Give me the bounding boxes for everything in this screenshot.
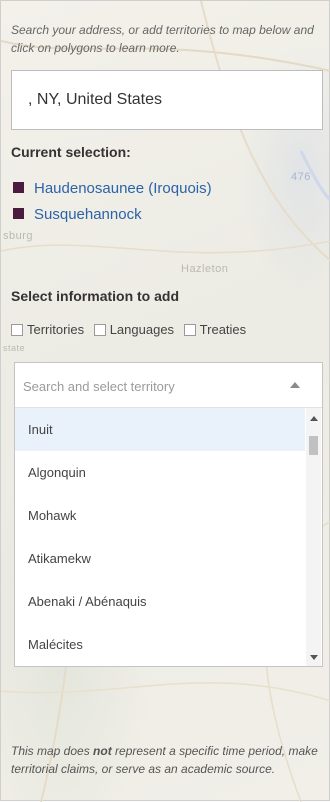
disclaimer-text: This map does not represent a specific t… xyxy=(11,742,325,778)
territory-option-algonquin[interactable]: Algonquin xyxy=(15,451,305,494)
map-label-sburg: sburg xyxy=(3,230,34,242)
checkbox-box[interactable] xyxy=(93,323,106,336)
map-label-state: state xyxy=(3,343,26,353)
checkbox-territories[interactable]: Territories xyxy=(11,322,84,337)
selection-item-susquehannock[interactable]: Susquehannock xyxy=(13,206,142,223)
caret-up-icon[interactable] xyxy=(290,382,300,388)
territory-search-row xyxy=(15,363,322,408)
selection-item-label[interactable]: Susquehannock xyxy=(34,206,142,223)
scroll-down-arrow-icon[interactable] xyxy=(310,655,318,660)
intro-text: Search your address, or add territories … xyxy=(11,23,314,55)
selection-item-haudenosaunee[interactable]: Haudenosaunee (Iroquois) xyxy=(13,180,212,197)
territory-options-list: Inuit Algonquin Mohawk Atikamekw Abenaki… xyxy=(15,408,305,666)
checkbox-box[interactable] xyxy=(11,323,23,336)
checkbox-label[interactable]: Languages xyxy=(110,322,174,337)
checkbox-box[interactable] xyxy=(183,323,196,336)
map-label-476: 476 xyxy=(291,171,311,183)
checkbox-treaties[interactable]: Treaties xyxy=(183,322,246,337)
map-label-hazleton: Hazleton xyxy=(181,263,229,275)
territory-option-atikamekw[interactable]: Atikamekw xyxy=(15,537,305,580)
address-search-input[interactable]: , NY, United States xyxy=(11,70,323,130)
info-checkboxes: Territories Languages Treaties xyxy=(11,322,252,339)
selection-color-swatch xyxy=(13,182,24,193)
territory-search-input[interactable] xyxy=(21,371,275,401)
territory-option-abenaki[interactable]: Abenaki / Abénaquis xyxy=(15,580,305,623)
add-info-title: Select information to add xyxy=(11,288,180,304)
scrollbar-thumb[interactable] xyxy=(309,436,318,455)
scroll-up-arrow-icon[interactable] xyxy=(310,416,318,421)
current-selection-title: Current selection: xyxy=(11,144,131,160)
territory-option-malecites[interactable]: Malécites xyxy=(15,623,305,666)
selection-color-swatch xyxy=(13,208,24,219)
selection-item-label[interactable]: Haudenosaunee (Iroquois) xyxy=(34,180,212,197)
territory-option-inuit[interactable]: Inuit xyxy=(15,408,305,451)
disclaimer-emphasis: not xyxy=(93,744,112,758)
checkbox-label[interactable]: Treaties xyxy=(200,322,246,337)
checkbox-languages[interactable]: Languages xyxy=(93,322,174,337)
territory-select-dropdown[interactable]: Inuit Algonquin Mohawk Atikamekw Abenaki… xyxy=(14,362,323,667)
territory-option-mohawk[interactable]: Mohawk xyxy=(15,494,305,537)
disclaimer-part1: This map does xyxy=(11,744,94,758)
checkbox-label[interactable]: Territories xyxy=(27,322,84,337)
side-panel: Hazleton sburg 476 state Search your add… xyxy=(0,0,330,802)
options-scrollbar[interactable] xyxy=(306,408,321,666)
